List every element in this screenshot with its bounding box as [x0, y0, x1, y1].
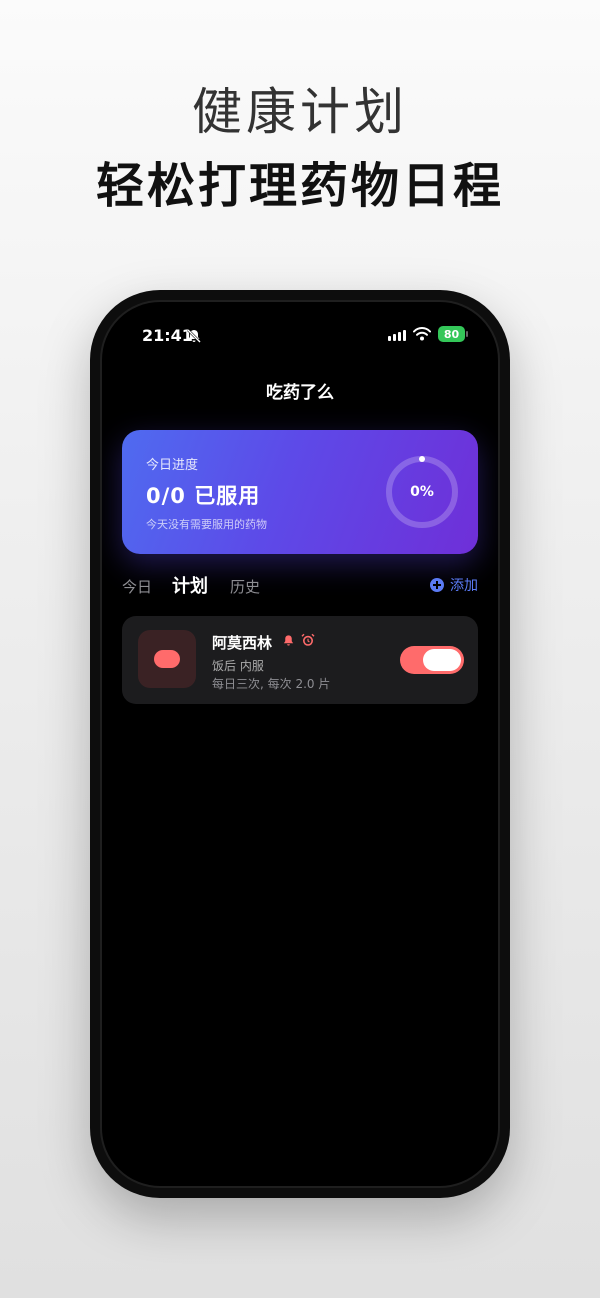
- pill-icon-box: [138, 630, 196, 688]
- medication-name: 阿莫西林: [212, 634, 273, 652]
- progress-subtitle: 今天没有需要服用的药物: [146, 518, 267, 531]
- add-button-label: 添加: [450, 578, 478, 594]
- progress-count: 0/0 已服用: [146, 484, 261, 508]
- battery-icon: 80: [438, 326, 465, 342]
- tab-plan[interactable]: 计划: [172, 572, 208, 598]
- pill-icon: [154, 650, 180, 668]
- tab-history[interactable]: 历史: [230, 576, 260, 597]
- progress-label: 今日进度: [146, 458, 199, 473]
- app-screen: 21:41 80 吃药了么 今日进度 0/0 已服用 今天没有需要服用的药物 0…: [100, 300, 500, 1188]
- medication-meal: 饭后 内服: [212, 659, 264, 673]
- medication-enabled-toggle[interactable]: [400, 646, 464, 674]
- battery-cap: [466, 331, 468, 337]
- signal-icon: [388, 330, 406, 341]
- headline-subtitle: 轻松打理药物日程: [95, 158, 504, 214]
- today-progress-card[interactable]: 今日进度 0/0 已服用 今天没有需要服用的药物 0%: [122, 430, 478, 554]
- toggle-knob: [423, 649, 461, 671]
- plus-circle-icon: [430, 578, 444, 592]
- bell-off-icon: [187, 329, 201, 343]
- tab-today[interactable]: 今日: [122, 576, 152, 597]
- medication-dose: 每日三次, 每次 2.0 片: [212, 677, 331, 691]
- status-bar: 21:41 80: [102, 302, 498, 362]
- bell-icon: [283, 635, 294, 646]
- nav-title: 吃药了么: [266, 383, 334, 403]
- alarm-clock-icon: [301, 633, 315, 646]
- wifi-icon: [413, 327, 431, 341]
- medication-card[interactable]: 阿莫西林 饭后 内服 每日三次, 每次 2.0 片: [122, 616, 478, 704]
- headline-title: 健康计划: [192, 83, 408, 141]
- phone-frame: 21:41 80 吃药了么 今日进度 0/0 已服用 今天没有需要服用的药物 0…: [90, 290, 510, 1198]
- add-button[interactable]: 添加: [430, 575, 478, 595]
- progress-percent: 0%: [410, 484, 434, 500]
- segment-tabs: 今日 计划 历史 添加: [122, 572, 478, 598]
